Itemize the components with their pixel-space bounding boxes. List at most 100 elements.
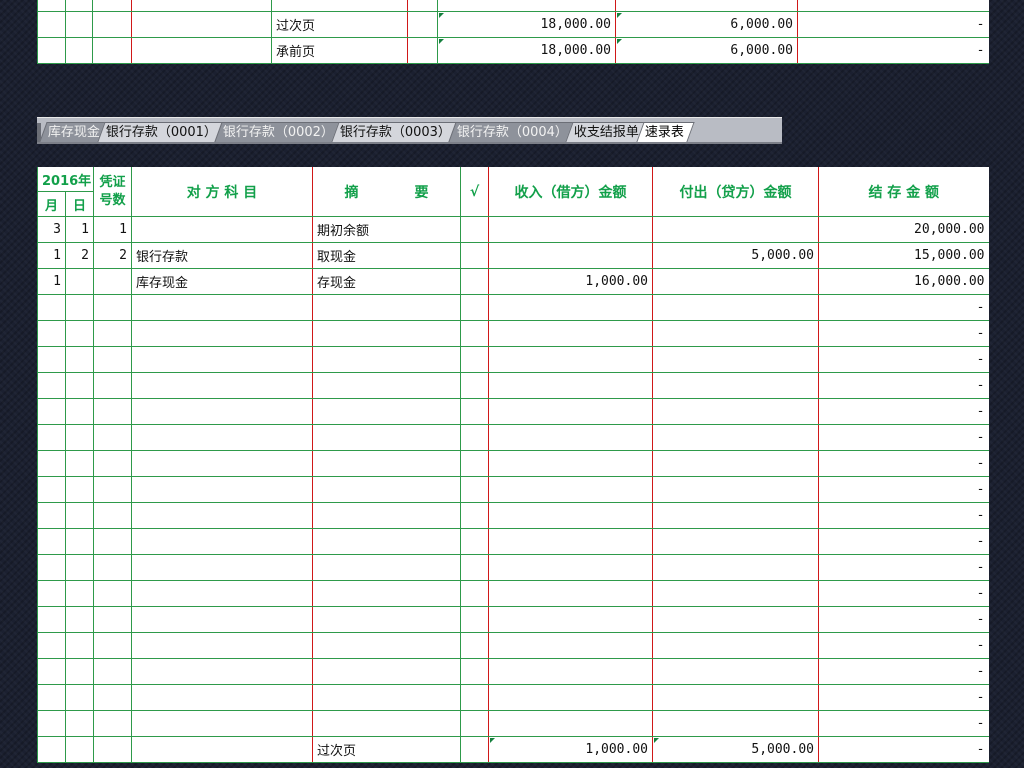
empty-cell[interactable] — [65, 11, 93, 38]
day-cell[interactable] — [65, 658, 94, 685]
credit-cell[interactable] — [652, 684, 819, 711]
empty-cell[interactable] — [37, 37, 66, 64]
month-cell[interactable] — [37, 684, 66, 711]
summary-cell[interactable] — [312, 502, 461, 529]
month-cell[interactable] — [37, 320, 66, 347]
day-cell[interactable] — [65, 736, 94, 763]
day-cell[interactable] — [65, 580, 94, 607]
month-cell[interactable]: 1 — [37, 242, 66, 269]
month-cell[interactable] — [37, 658, 66, 685]
debit-cell[interactable] — [488, 216, 653, 243]
day-cell[interactable] — [65, 372, 94, 399]
account-cell[interactable]: 银行存款 — [131, 242, 313, 269]
month-cell[interactable] — [37, 632, 66, 659]
summary-cell[interactable] — [312, 424, 461, 451]
balance-cell[interactable]: - — [818, 424, 989, 451]
credit-cell[interactable] — [615, 0, 798, 12]
debit-cell[interactable] — [488, 658, 653, 685]
credit-cell[interactable] — [652, 580, 819, 607]
summary-cell[interactable] — [312, 398, 461, 425]
sheet-tab[interactable]: 银行存款（0001） — [97, 122, 228, 142]
check-cell[interactable] — [460, 216, 489, 243]
summary-cell[interactable]: 过次页 — [271, 11, 408, 38]
day-cell[interactable] — [65, 502, 94, 529]
check-cell[interactable] — [460, 606, 489, 633]
balance-cell[interactable]: - — [797, 11, 989, 38]
account-cell[interactable] — [131, 606, 313, 633]
summary-cell[interactable] — [312, 658, 461, 685]
balance-cell[interactable]: - — [818, 528, 989, 555]
debit-cell[interactable] — [488, 398, 653, 425]
debit-cell[interactable] — [488, 320, 653, 347]
empty-cell[interactable] — [65, 0, 93, 12]
account-cell[interactable] — [131, 294, 313, 321]
empty-cell[interactable] — [65, 37, 93, 64]
summary-cell[interactable] — [312, 476, 461, 503]
account-cell[interactable] — [131, 450, 313, 477]
check-cell[interactable] — [460, 476, 489, 503]
check-cell[interactable] — [460, 320, 489, 347]
credit-cell[interactable] — [652, 606, 819, 633]
balance-cell[interactable]: - — [818, 320, 989, 347]
credit-cell[interactable] — [652, 450, 819, 477]
summary-cell[interactable] — [312, 554, 461, 581]
month-cell[interactable] — [37, 372, 66, 399]
month-cell[interactable] — [37, 606, 66, 633]
credit-cell[interactable] — [652, 398, 819, 425]
account-cell[interactable] — [131, 320, 313, 347]
debit-cell[interactable] — [488, 502, 653, 529]
debit-cell[interactable]: 18,000.00 — [437, 11, 616, 38]
summary-cell[interactable] — [312, 450, 461, 477]
voucher-cell[interactable] — [93, 424, 132, 451]
voucher-cell[interactable] — [93, 710, 132, 737]
voucher-cell[interactable] — [93, 528, 132, 555]
check-cell[interactable] — [460, 554, 489, 581]
summary-cell[interactable] — [312, 710, 461, 737]
debit-cell[interactable] — [488, 450, 653, 477]
month-cell[interactable]: 1 — [37, 268, 66, 295]
voucher-cell[interactable]: 2 — [93, 242, 132, 269]
summary-cell[interactable] — [312, 580, 461, 607]
balance-cell[interactable]: - — [797, 37, 989, 64]
summary-cell[interactable] — [312, 372, 461, 399]
check-cell[interactable] — [460, 632, 489, 659]
debit-cell[interactable]: 1,000.00 — [488, 268, 653, 295]
check-cell[interactable] — [460, 398, 489, 425]
check-cell[interactable] — [460, 346, 489, 373]
debit-cell[interactable] — [488, 242, 653, 269]
account-cell[interactable] — [131, 216, 313, 243]
summary-cell[interactable] — [271, 0, 408, 12]
credit-cell[interactable] — [652, 632, 819, 659]
balance-cell[interactable]: - — [818, 294, 989, 321]
debit-cell[interactable] — [488, 606, 653, 633]
month-cell[interactable] — [37, 450, 66, 477]
credit-cell[interactable] — [652, 710, 819, 737]
check-cell[interactable] — [460, 294, 489, 321]
day-cell[interactable] — [65, 346, 94, 373]
account-cell[interactable] — [131, 632, 313, 659]
account-cell[interactable]: 库存现金 — [131, 268, 313, 295]
debit-cell[interactable] — [488, 528, 653, 555]
balance-cell[interactable]: 20,000.00 — [818, 216, 989, 243]
debit-cell[interactable] — [437, 0, 616, 12]
account-cell[interactable] — [131, 580, 313, 607]
month-cell[interactable] — [37, 554, 66, 581]
balance-cell[interactable]: - — [818, 554, 989, 581]
credit-cell[interactable] — [652, 320, 819, 347]
credit-cell[interactable]: 6,000.00 — [615, 37, 798, 64]
check-cell[interactable] — [460, 658, 489, 685]
summary-cell[interactable] — [312, 294, 461, 321]
sheet-tab[interactable]: 银行存款（0004） — [448, 122, 580, 142]
credit-cell[interactable] — [652, 216, 819, 243]
debit-cell[interactable]: 1,000.00 — [488, 736, 653, 763]
day-cell[interactable] — [65, 632, 94, 659]
voucher-cell[interactable]: 1 — [93, 216, 132, 243]
summary-cell[interactable]: 存现金 — [312, 268, 461, 295]
balance-cell[interactable]: - — [818, 450, 989, 477]
empty-cell[interactable] — [407, 0, 438, 12]
debit-cell[interactable] — [488, 346, 653, 373]
month-cell[interactable] — [37, 346, 66, 373]
debit-cell[interactable] — [488, 580, 653, 607]
credit-cell[interactable] — [652, 346, 819, 373]
account-cell[interactable] — [131, 502, 313, 529]
